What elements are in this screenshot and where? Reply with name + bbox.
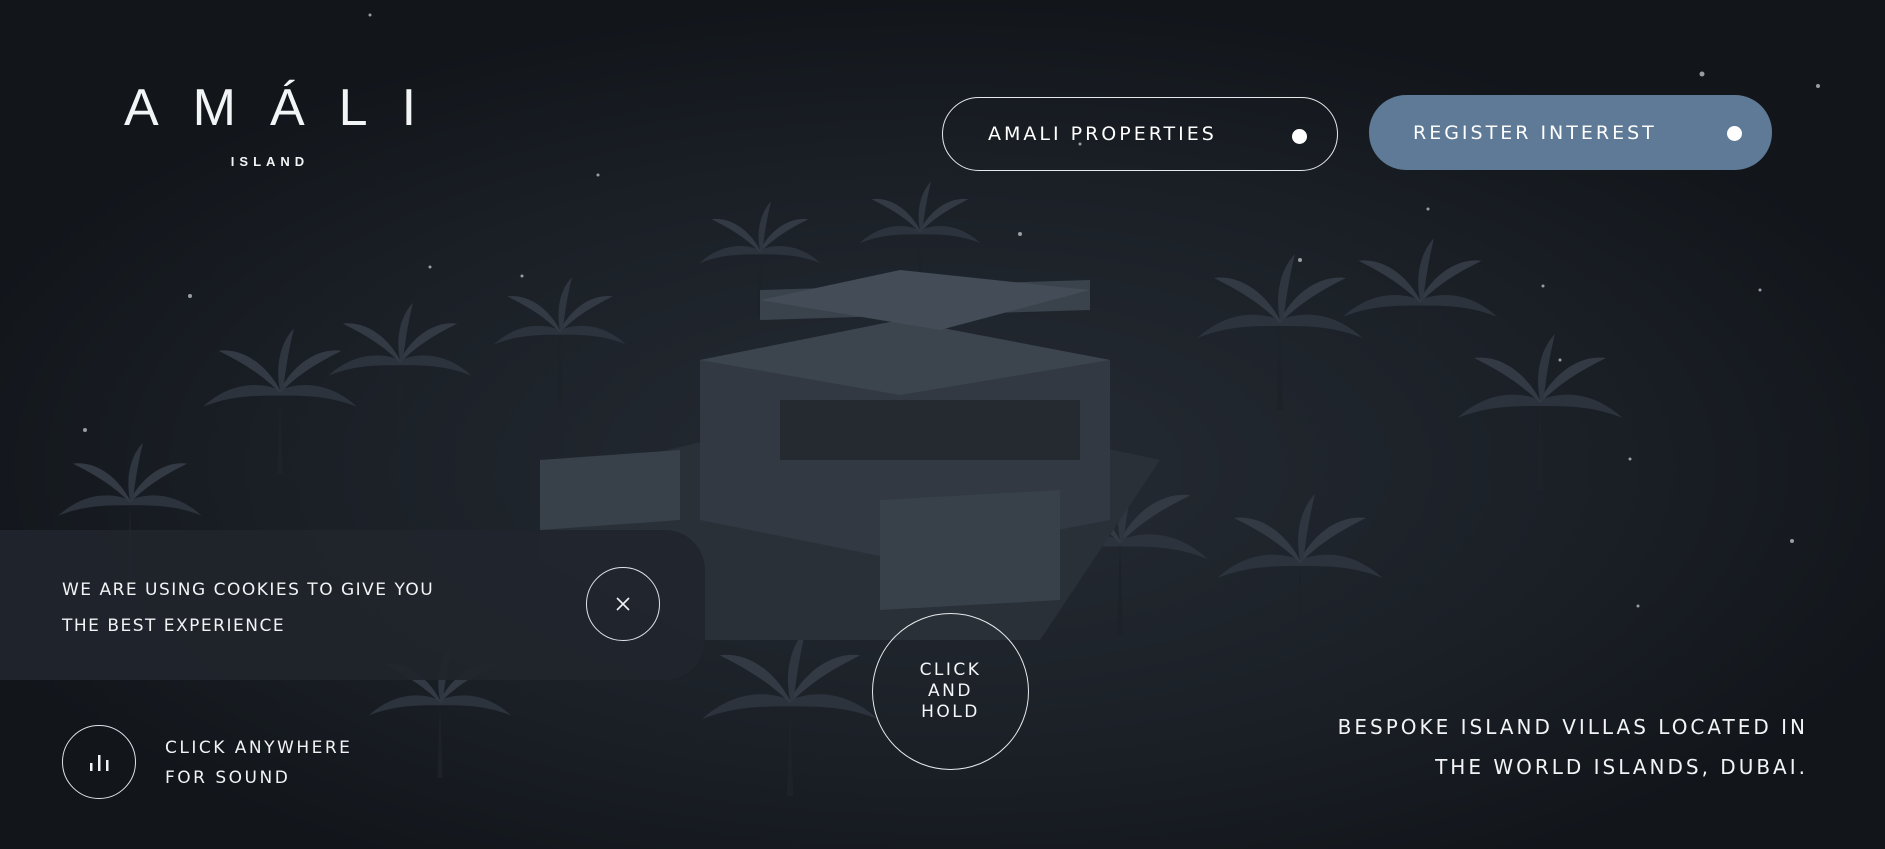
dot-icon xyxy=(1727,126,1742,141)
register-interest-button[interactable]: REGISTER INTEREST xyxy=(1369,95,1772,170)
tagline-line-2: THE WORLD ISLANDS, DUBAI. xyxy=(1435,755,1808,779)
tagline-line-1: BESPOKE ISLAND VILLAS LOCATED IN xyxy=(1337,715,1808,739)
tagline: BESPOKE ISLAND VILLAS LOCATED IN THE WOR… xyxy=(1188,707,1808,787)
cookie-banner: We are using cookies to give you the bes… xyxy=(0,530,705,680)
cookie-message-line-1: We are using cookies to give you xyxy=(62,580,435,600)
click-and-hold-button[interactable]: Click and hold xyxy=(872,613,1029,770)
hold-label-line-1: Click xyxy=(919,660,982,680)
amali-properties-label: AMALI PROPERTIES xyxy=(988,123,1217,145)
sound-hint[interactable]: Click anywhere for sound xyxy=(165,733,352,793)
hold-label-line-2: and xyxy=(928,681,973,701)
sound-toggle-button[interactable] xyxy=(62,725,136,799)
amali-properties-button[interactable]: AMALI PROPERTIES xyxy=(942,97,1338,171)
dot-icon xyxy=(1292,129,1307,144)
logo-subtitle: ISLAND xyxy=(230,154,310,169)
register-interest-label: REGISTER INTEREST xyxy=(1413,121,1657,144)
hold-label-line-3: hold xyxy=(921,702,980,722)
sound-bars-icon xyxy=(90,755,109,771)
close-icon xyxy=(616,597,630,611)
cookie-message-line-2: the best experience xyxy=(62,616,286,636)
logo-wordmark: AMÁLI xyxy=(123,79,451,137)
sound-hint-line-2: for sound xyxy=(165,768,291,788)
cookie-close-button[interactable] xyxy=(586,567,660,641)
amali-island-logo[interactable]: AMÁLI ISLAND xyxy=(110,82,430,169)
sound-hint-line-1: Click anywhere xyxy=(165,738,353,758)
cookie-message: We are using cookies to give you the bes… xyxy=(62,572,532,644)
